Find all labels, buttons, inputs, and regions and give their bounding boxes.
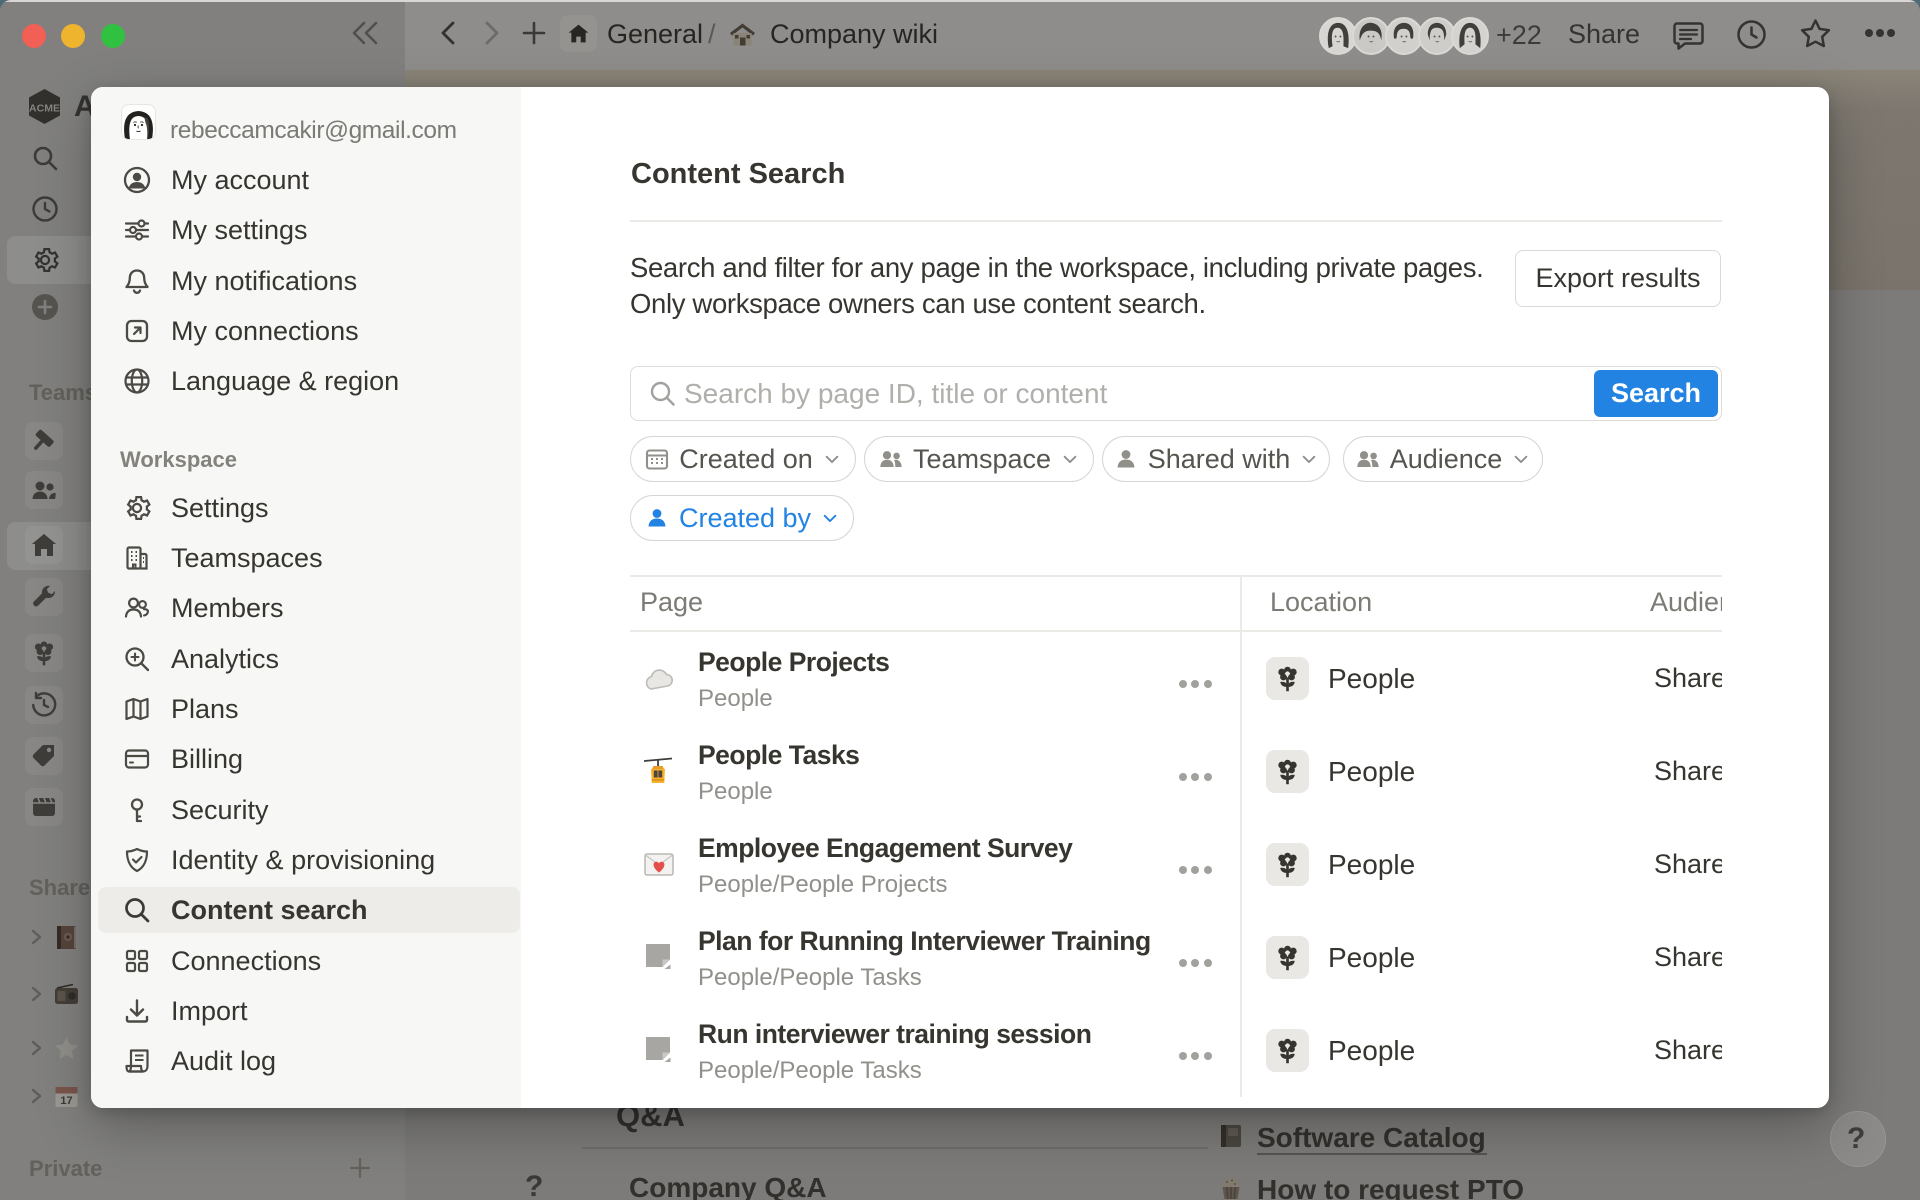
svg-text:17: 17 bbox=[60, 1095, 72, 1107]
svg-text:ACME: ACME bbox=[29, 103, 60, 115]
